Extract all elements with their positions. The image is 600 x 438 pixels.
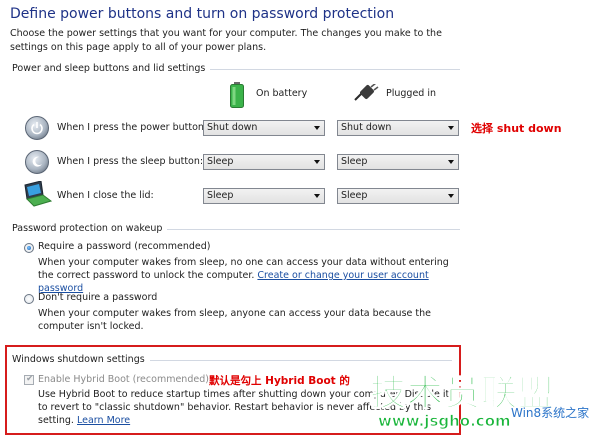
lid-label: When I close the lid: bbox=[57, 190, 154, 201]
plugged-in-header: Plugged in bbox=[386, 88, 437, 99]
check-mark-icon: ✔ bbox=[26, 374, 34, 384]
plug-icon bbox=[353, 82, 379, 104]
buttons-section-header: Power and sleep buttons and lid settings bbox=[12, 63, 211, 74]
hybrid-boot-checkbox[interactable]: ✔ bbox=[24, 374, 34, 385]
page-title: Define power buttons and turn on passwor… bbox=[10, 6, 395, 22]
select-value: Shut down bbox=[341, 122, 392, 133]
require-password-label: Require a password (recommended) bbox=[38, 241, 211, 252]
dont-require-password-radio[interactable] bbox=[24, 294, 34, 304]
select-value: Shut down bbox=[207, 122, 258, 133]
require-password-description: When your computer wakes from sleep, no … bbox=[38, 256, 458, 295]
require-password-radio[interactable] bbox=[24, 243, 34, 253]
shutdown-section-header: Windows shutdown settings bbox=[12, 354, 150, 365]
battery-icon bbox=[230, 82, 244, 108]
power-button-battery-select[interactable]: Shut down bbox=[203, 120, 325, 136]
dropdown-arrow-icon bbox=[448, 160, 454, 164]
sleep-button-plugged-select[interactable]: Sleep bbox=[337, 154, 459, 170]
power-button-label: When I press the power button: bbox=[57, 122, 208, 133]
password-section-header: Password protection on wakeup bbox=[12, 223, 168, 234]
hybrid-boot-label: Enable Hybrid Boot (recommended) bbox=[38, 374, 209, 385]
select-value: Sleep bbox=[207, 190, 234, 201]
select-value: Sleep bbox=[341, 156, 368, 167]
lid-battery-select[interactable]: Sleep bbox=[203, 188, 325, 204]
dropdown-arrow-icon bbox=[448, 194, 454, 198]
annotation-hybrid-boot-default: 默认是勾上 Hybrid Boot 的 bbox=[209, 375, 350, 387]
dropdown-arrow-icon bbox=[448, 126, 454, 130]
watermark-url: www.jsgho.com bbox=[378, 412, 511, 431]
dont-require-password-label: Don't require a password bbox=[38, 292, 158, 303]
sleep-button-label: When I press the sleep button: bbox=[57, 156, 204, 167]
learn-more-link[interactable]: Learn More bbox=[77, 415, 130, 426]
lid-plugged-select[interactable]: Sleep bbox=[337, 188, 459, 204]
dont-require-password-description: When your computer wakes from sleep, any… bbox=[38, 308, 431, 332]
on-battery-header: On battery bbox=[256, 88, 308, 99]
select-value: Sleep bbox=[341, 190, 368, 201]
watermark-win8-text: Win8系统之家 bbox=[511, 406, 590, 420]
sleep-button-icon bbox=[25, 150, 49, 174]
laptop-lid-icon bbox=[21, 180, 53, 207]
sleep-button-battery-select[interactable]: Sleep bbox=[203, 154, 325, 170]
power-button-plugged-select[interactable]: Shut down bbox=[337, 120, 459, 136]
dropdown-arrow-icon bbox=[314, 194, 320, 198]
dropdown-arrow-icon bbox=[314, 126, 320, 130]
dropdown-arrow-icon bbox=[314, 160, 320, 164]
annotation-choose-shutdown: 选择 shut down bbox=[471, 122, 562, 135]
page-intro: Choose the power settings that you want … bbox=[10, 28, 442, 53]
power-button-icon bbox=[25, 116, 49, 140]
select-value: Sleep bbox=[207, 156, 234, 167]
